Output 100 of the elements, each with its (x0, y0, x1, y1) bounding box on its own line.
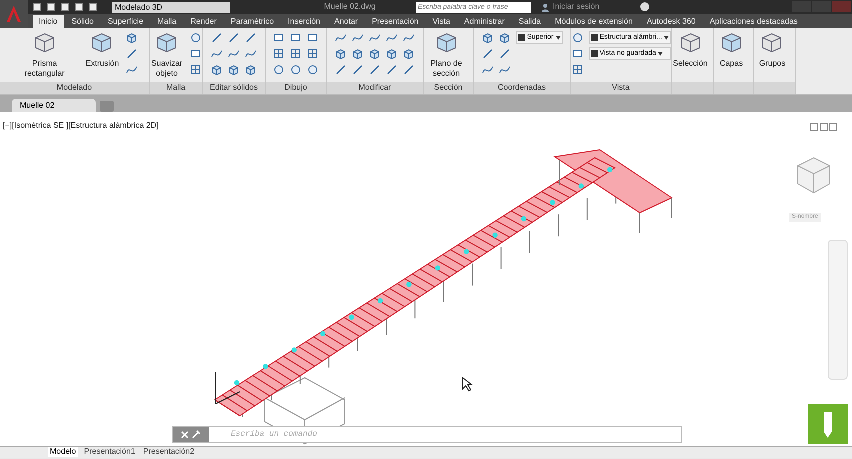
tool-button[interactable] (210, 63, 224, 77)
ribbon-button[interactable]: Capas (718, 31, 746, 69)
panel-title: Editar sólidos (203, 82, 265, 94)
ribbon-button[interactable]: Grupos (757, 31, 788, 69)
command-field[interactable]: Escriba un comando (209, 427, 681, 442)
ribbon-tab[interactable]: Inicio (33, 15, 64, 28)
workspace-dropdown[interactable]: Modelado 3D (112, 2, 230, 12)
cube-icon (335, 48, 347, 60)
tool-button[interactable] (272, 63, 286, 77)
tool-button[interactable] (385, 47, 399, 61)
ribbon-tab[interactable]: Aplicaciones destacadas (704, 15, 804, 28)
viewport-controls-icon[interactable] (810, 123, 838, 132)
square-icon (190, 48, 202, 60)
tool-button[interactable] (227, 63, 241, 77)
tool-button[interactable] (244, 31, 258, 45)
tool-button[interactable] (570, 31, 585, 45)
ribbon-button[interactable]: Plano de sección (426, 31, 467, 79)
tool-button[interactable] (481, 47, 496, 61)
curve-icon (482, 64, 494, 76)
tool-button[interactable] (498, 47, 512, 61)
sign-in-link[interactable]: Iniciar sesión (553, 1, 600, 13)
square-icon (572, 48, 584, 60)
tool-button[interactable] (334, 47, 348, 61)
ribbon-tab[interactable]: Anotar (328, 15, 364, 28)
tool-button[interactable] (244, 63, 258, 77)
tool-button[interactable] (385, 63, 399, 77)
line-icon (499, 48, 512, 60)
curve-icon (403, 32, 415, 44)
curve-icon (126, 64, 138, 76)
tool-button[interactable] (125, 31, 140, 45)
grid-icon (190, 64, 202, 76)
ribbon-tab[interactable]: Salida (512, 15, 548, 28)
curve-icon (245, 48, 257, 60)
tool-button[interactable] (498, 31, 512, 45)
ribbon-button[interactable]: Prisma rectangular (10, 31, 80, 79)
tool-button[interactable] (289, 63, 303, 77)
grid-icon (572, 64, 584, 76)
cube-icon (386, 48, 398, 60)
caret-icon (658, 52, 664, 56)
cube-icon (482, 32, 494, 44)
ribbon-tab[interactable]: Superficie (102, 15, 150, 28)
cube-icon (211, 64, 223, 76)
curve-icon (369, 32, 381, 44)
tool-button[interactable] (334, 63, 348, 77)
cube-icon (720, 31, 744, 55)
ribbon-tab[interactable]: Render (184, 15, 223, 28)
ribbon-tab[interactable]: Sólido (66, 15, 100, 28)
tool-button[interactable] (125, 47, 140, 61)
panel-title: Sección (424, 82, 473, 94)
ribbon-tab[interactable]: Autodesk 360 (640, 15, 702, 28)
panel-title: Vista (571, 82, 671, 94)
tool-button[interactable] (289, 47, 303, 61)
tool-button[interactable] (227, 31, 241, 45)
tool-button[interactable] (188, 63, 203, 77)
square-icon (273, 32, 285, 44)
ribbon-tab[interactable]: Administrar (458, 15, 511, 28)
wrench-icon[interactable] (192, 430, 201, 439)
panel-title (714, 82, 753, 94)
tool-button[interactable] (402, 47, 416, 61)
ribbon-tab[interactable]: Inserción (282, 15, 326, 28)
cube-icon (155, 31, 179, 55)
ribbon-tab[interactable]: Módulos de extensión (549, 15, 639, 28)
ucs-axes-icon (216, 372, 240, 404)
tool-button[interactable] (481, 31, 496, 45)
tool-button[interactable] (368, 47, 382, 61)
ribbon-tab[interactable]: Vista (426, 15, 456, 28)
grid-icon (273, 48, 285, 60)
cube-icon (678, 31, 702, 55)
line-icon (228, 32, 240, 44)
tool-button[interactable] (570, 63, 585, 77)
document-tab[interactable]: Muelle 02 (12, 99, 96, 112)
ribbon-button[interactable]: Suavizar objeto (149, 31, 185, 79)
panel-title (754, 82, 795, 94)
tool-button[interactable] (368, 63, 382, 77)
ribbon-tab[interactable]: Malla (152, 15, 183, 28)
cube-icon (760, 31, 784, 55)
layout-tab[interactable]: Modelo (48, 447, 78, 457)
curve-icon (335, 32, 347, 44)
circle-icon (572, 32, 584, 44)
grid-icon (290, 48, 302, 60)
tool-button[interactable] (306, 47, 320, 61)
panel-title: Coordenadas (474, 82, 570, 94)
layout-tab[interactable]: Presentación2 (141, 447, 197, 457)
ribbon-tab[interactable]: Presentación (366, 15, 425, 28)
tool-button[interactable] (188, 31, 203, 45)
tool-button[interactable] (272, 47, 286, 61)
tool-button[interactable] (306, 63, 320, 77)
tool-button[interactable] (351, 47, 365, 61)
line-icon (335, 64, 347, 76)
tool-button[interactable] (402, 63, 416, 77)
tool-button[interactable] (351, 63, 365, 77)
ribbon-tab[interactable]: Paramétrico (224, 15, 280, 28)
layout-tab[interactable]: Presentación1 (82, 447, 138, 457)
panel-title: Dibujo (266, 82, 326, 94)
viewport-label[interactable]: [−][Isométrica SE ][Estructura alámbrica 2D] (3, 121, 159, 131)
caret-icon (556, 36, 561, 40)
ribbon-button[interactable]: Selección (671, 31, 710, 69)
ribbon-button[interactable]: Extrusión (84, 31, 122, 69)
tool-button[interactable] (210, 31, 224, 45)
marker-icon[interactable] (808, 404, 848, 444)
